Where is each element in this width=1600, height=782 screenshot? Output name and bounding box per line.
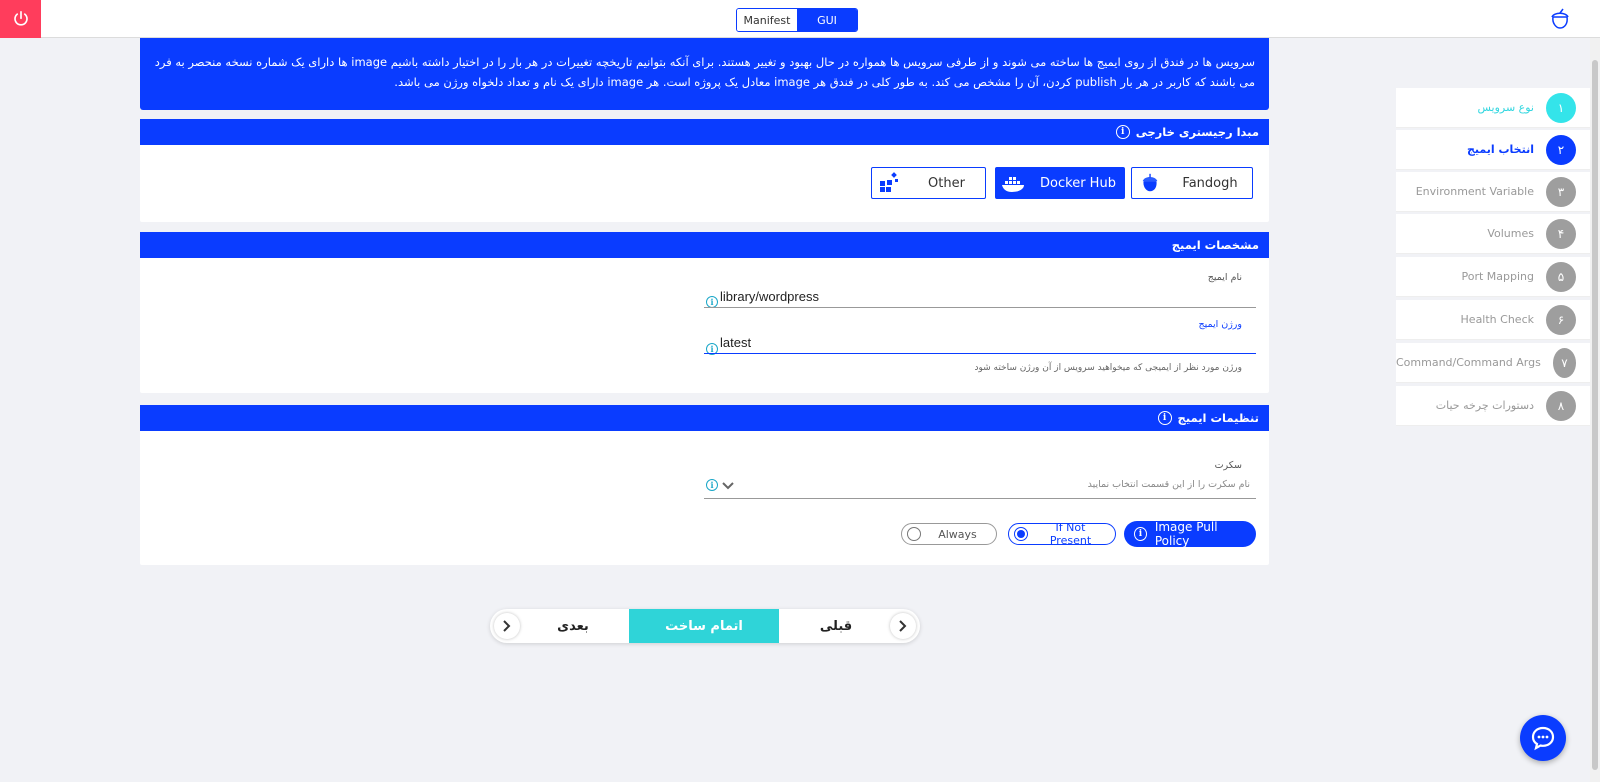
step-environment-variable[interactable]: Environment Variable ۳	[1396, 172, 1590, 212]
previous-button-label: قبلی	[819, 618, 853, 634]
chevron-right-icon	[890, 613, 916, 639]
image-version-label: ورژن ایمیج	[1198, 319, 1242, 330]
mode-gui-button[interactable]: GUI	[797, 9, 857, 31]
step-number: ۸	[1546, 390, 1576, 421]
top-bar: Manifest GUI	[0, 0, 1600, 38]
step-number: ۵	[1546, 261, 1576, 292]
step-select-image[interactable]: انتخاب ایمیج ۲	[1396, 130, 1590, 170]
image-settings-panel: تنظیمات ایمیج i سکرت i نام سکرت را از ای…	[140, 405, 1269, 565]
power-icon	[13, 11, 28, 26]
image-version-hint: ورژن مورد نظر از ایمیجی که میخواهید سروی…	[974, 363, 1242, 373]
chevron-down-icon[interactable]	[722, 481, 734, 491]
mode-toggle: Manifest GUI	[736, 8, 858, 32]
step-lifecycle-hooks[interactable]: دستورات چرخه حیات ۸	[1396, 386, 1590, 426]
registry-title: مبدا رجیستری خارجی	[1135, 125, 1259, 139]
radio-always[interactable]: Always	[901, 523, 997, 545]
image-version-input[interactable]	[704, 332, 1256, 354]
next-button-label: بعدی	[557, 618, 589, 634]
registry-panel-header: مبدا رجیستری خارجی i	[140, 119, 1269, 145]
step-volumes[interactable]: Volumes ۴	[1396, 214, 1590, 254]
registry-option-docker-hub[interactable]: Docker Hub	[995, 167, 1125, 199]
radio-dot[interactable]	[1014, 527, 1028, 541]
chevron-right-icon	[494, 613, 520, 639]
image-name-label: نام ایمیج	[1207, 272, 1242, 283]
image-pull-policy-label: i Image Pull Policy	[1124, 520, 1256, 548]
pull-policy-text: Image Pull Policy	[1154, 520, 1218, 548]
registry-option-label: Docker Hub	[1040, 175, 1116, 191]
step-port-mapping[interactable]: Port Mapping ۵	[1396, 257, 1590, 297]
image-settings-panel-header: تنظیمات ایمیج i	[140, 405, 1269, 431]
radio-dot[interactable]	[907, 527, 921, 541]
finish-button[interactable]: اتمام ساخت	[629, 609, 779, 643]
image-spec-panel: مشخصات ایمیج نام ایمیج i ورژن ایمیج i ور…	[140, 232, 1269, 393]
secret-placeholder: نام سکرت را از این قسمت انتخاب نمایید	[1087, 479, 1250, 490]
image-spec-title: مشخصات ایمیج	[1171, 238, 1259, 252]
radio-label: Always	[938, 527, 977, 541]
power-button[interactable]	[0, 0, 41, 38]
registry-option-fandogh[interactable]: Fandogh	[1131, 167, 1253, 199]
registry-option-other[interactable]: Other	[871, 167, 986, 199]
info-icon[interactable]: i	[1157, 411, 1172, 425]
step-number: ۳	[1546, 176, 1576, 207]
step-command-args[interactable]: Command/Command Args ۷	[1396, 343, 1590, 383]
registry-option-label: Other	[928, 175, 965, 191]
registry-option-label: Fandogh	[1182, 175, 1238, 191]
step-service-type[interactable]: نوع سرویس ۱	[1396, 88, 1590, 128]
step-number: ۶	[1546, 304, 1576, 335]
fandogh-icon	[1132, 172, 1168, 194]
chat-icon	[1531, 726, 1555, 751]
fandogh-logo-icon[interactable]	[1548, 7, 1572, 31]
scrollbar-thumb[interactable]	[1592, 60, 1598, 770]
previous-button[interactable]: قبلی	[782, 609, 920, 643]
docker-icon	[996, 173, 1032, 193]
image-settings-title: تنظیمات ایمیج	[1177, 411, 1259, 425]
mode-manifest-button[interactable]: Manifest	[737, 9, 797, 31]
image-name-input[interactable]	[704, 286, 1256, 308]
wizard-navigation: بعدی اتمام ساخت قبلی	[490, 609, 920, 643]
step-health-check[interactable]: Health Check ۶	[1396, 300, 1590, 340]
step-number: ۴	[1546, 218, 1576, 249]
step-number: ۷	[1552, 347, 1576, 378]
step-number: ۱	[1546, 92, 1576, 123]
secret-select[interactable]: i نام سکرت را از این قسمت انتخاب نمایید	[704, 473, 1256, 499]
info-icon[interactable]: i	[1115, 125, 1130, 139]
secret-label: سکرت	[1214, 460, 1242, 471]
radio-label: If Not Present	[1049, 521, 1092, 547]
other-registry-icon	[872, 171, 908, 195]
step-number: ۲	[1546, 134, 1576, 165]
chat-support-button[interactable]	[1520, 715, 1566, 761]
next-button[interactable]: بعدی	[490, 609, 626, 643]
info-icon[interactable]: i	[706, 479, 718, 491]
info-banner: سرویس ها در فندق از روی ایمیج ها ساخته م…	[140, 38, 1269, 110]
registry-panel: مبدا رجیستری خارجی i Fandogh Docker Hub …	[140, 119, 1269, 222]
radio-if-not-present[interactable]: If Not Present	[1008, 521, 1116, 547]
image-spec-panel-header: مشخصات ایمیج	[140, 232, 1269, 258]
info-icon[interactable]: i	[1134, 527, 1147, 541]
